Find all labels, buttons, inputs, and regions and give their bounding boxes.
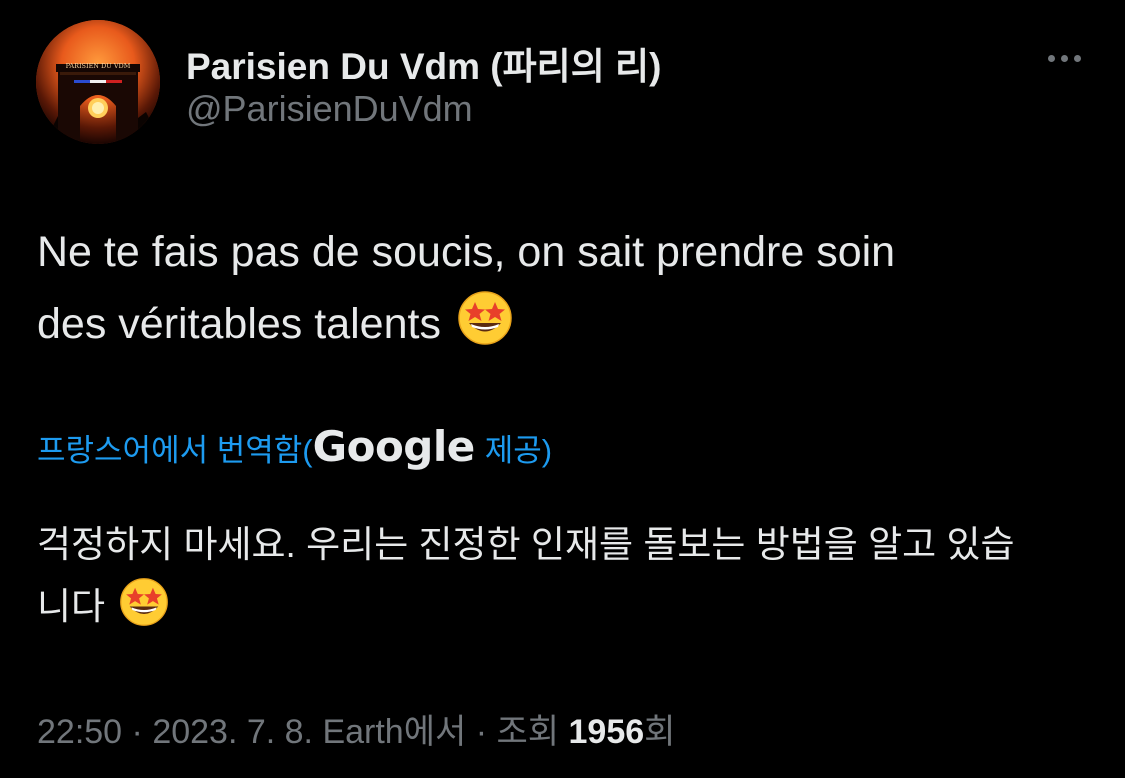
author-display-name[interactable]: Parisien Du Vdm (파리의 리) [186,36,661,90]
translated-text-line-1: 걱정하지 마세요. 우리는 진정한 인재를 돌보는 방법을 알고 있습 [37,524,1015,565]
arc-de-triomphe-image: PARISIEN DU VDM [36,20,160,144]
translated-text-line-2: 니다 [37,576,1097,646]
more-horizontal-icon-dot [1060,54,1068,62]
timestamp-time[interactable]: 22:50 [37,713,122,751]
views-count: 1956 [568,713,645,751]
tweet-detail: PARISIEN DU VDM Parisien Du Vdm (파리의 리) … [0,0,1125,778]
tweet-text-line-2: des véritables talents [37,288,1077,368]
author-handle[interactable]: @ParisienDuVdm [186,88,473,130]
tweet-text: Ne te fais pas de soucis, on sait prendr… [37,216,1077,368]
avatar[interactable]: PARISIEN DU VDM [36,20,160,144]
more-horizontal-icon-dot [1073,54,1081,62]
google-logo: Google [312,422,476,471]
translated-from-label: 프랑스어에서 번역함( [37,433,313,468]
views-label: 조회 [496,713,569,751]
avatar-caption: PARISIEN DU VDM [66,62,131,70]
tweet-metadata: 22:50 · 2023. 7. 8. Earth에서 · 조회 1956회 [37,704,675,753]
meta-separator: · [122,713,153,751]
views-suffix: 회 [644,713,676,751]
star-struck-emoji-icon [119,577,169,646]
timestamp-date[interactable]: 2023. 7. 8. [152,713,313,751]
provided-by-label: 제공) [484,433,553,468]
translate-attribution[interactable]: 프랑스어에서 번역함(Google 제공) [37,422,552,471]
meta-separator: · [466,713,497,751]
star-struck-emoji-icon [457,290,513,368]
more-horizontal-icon [1047,54,1055,62]
more-options-button[interactable] [1036,44,1092,72]
translated-text-line-2-text: 니다 [37,586,106,627]
translated-text: 걱정하지 마세요. 우리는 진정한 인재를 돌보는 방법을 알고 있습 니다 [37,514,1097,646]
tweet-text-line-2-text: des véritables talents [37,300,441,348]
tweet-text-line-1: Ne te fais pas de soucis, on sait prendr… [37,228,896,276]
tweet-source: Earth에서 [313,713,467,751]
